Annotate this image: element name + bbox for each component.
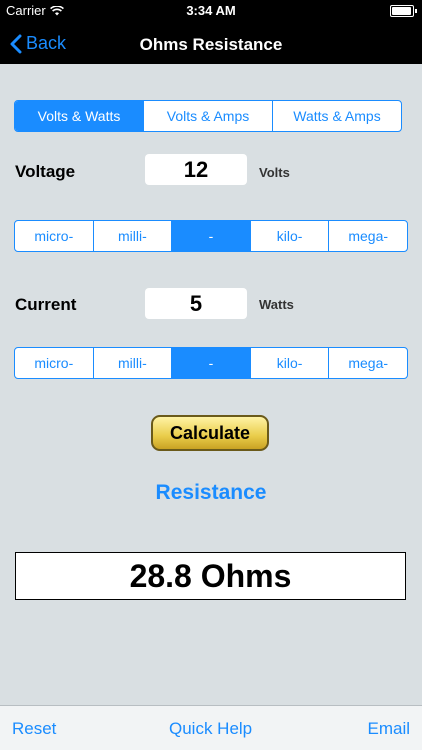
current-prefix-none[interactable]: - <box>171 348 250 378</box>
tab-watts-amps[interactable]: Watts & Amps <box>272 101 401 131</box>
voltage-prefix-kilo[interactable]: kilo- <box>249 221 329 251</box>
current-prefix-kilo[interactable]: kilo- <box>249 348 329 378</box>
calculate-button[interactable]: Calculate <box>151 415 269 451</box>
current-prefix-milli[interactable]: milli- <box>92 348 172 378</box>
quick-help-button[interactable]: Quick Help <box>169 719 252 739</box>
current-input[interactable]: 5 <box>145 288 247 319</box>
voltage-unit: Volts <box>259 165 290 180</box>
tab-volts-amps[interactable]: Volts & Amps <box>143 101 272 131</box>
current-prefix-control: micro- milli- - kilo- mega- <box>14 347 408 379</box>
current-label: Current <box>15 295 77 314</box>
mode-segmented-control: Volts & Watts Volts & Amps Watts & Amps <box>14 100 402 132</box>
reset-button[interactable]: Reset <box>12 719 56 739</box>
tab-volts-watts[interactable]: Volts & Watts <box>15 101 143 131</box>
current-prefix-micro[interactable]: micro- <box>15 348 93 378</box>
voltage-prefix-micro[interactable]: micro- <box>15 221 93 251</box>
status-time: 3:34 AM <box>186 3 236 18</box>
navigation-bar: Carrier 3:34 AM Back Ohms Resistance <box>0 0 422 64</box>
result-label: Resistance <box>155 481 267 504</box>
voltage-input[interactable]: 12 <box>145 154 247 185</box>
current-prefix-mega[interactable]: mega- <box>328 348 407 378</box>
voltage-prefix-control: micro- milli- - kilo- mega- <box>14 220 408 252</box>
battery-icon <box>390 5 417 17</box>
voltage-label: Voltage <box>15 162 76 181</box>
page-title: Ohms Resistance <box>139 35 283 54</box>
result-value: 28.8 Ohms <box>15 552 406 600</box>
voltage-prefix-none[interactable]: - <box>171 221 250 251</box>
voltage-prefix-mega[interactable]: mega- <box>328 221 407 251</box>
current-unit: Watts <box>259 297 294 312</box>
voltage-prefix-milli[interactable]: milli- <box>92 221 172 251</box>
email-button[interactable]: Email <box>367 719 410 739</box>
bottom-toolbar: Reset Quick Help Email <box>0 705 422 750</box>
